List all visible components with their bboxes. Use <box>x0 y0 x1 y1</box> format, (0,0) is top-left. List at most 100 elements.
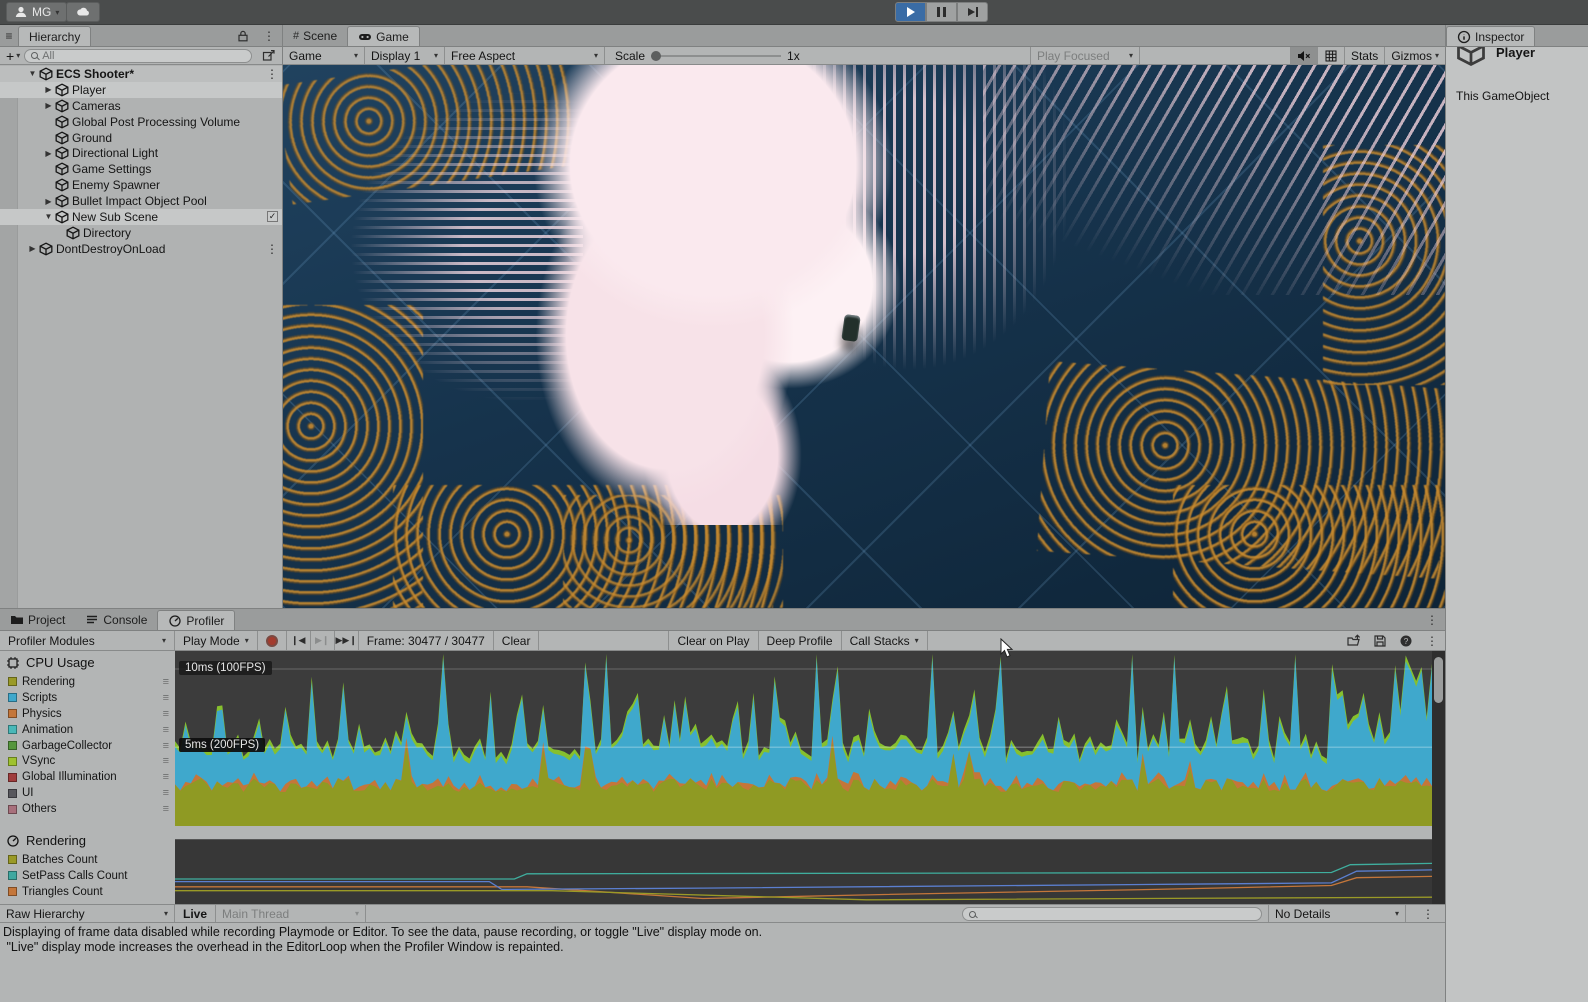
account-button[interactable]: MG ▾ <box>6 2 67 22</box>
footer-menu-icon[interactable]: ⋮ <box>1415 905 1441 922</box>
rendering-chart[interactable] <box>175 839 1432 904</box>
drag-handle-icon[interactable]: ≡ <box>163 803 169 815</box>
panel-menu-icon[interactable]: ⋮ <box>1419 609 1445 630</box>
tree-row-dontdestroy[interactable]: ▶ DontDestroyOnLoad ⋮ <box>0 241 282 257</box>
drag-handle-icon[interactable]: ≡ <box>163 787 169 799</box>
details-dropdown[interactable]: No Details ▾ <box>1268 905 1406 922</box>
tab-game[interactable]: Game <box>347 26 420 46</box>
cloud-services-button[interactable] <box>66 2 100 22</box>
open-new-window-icon[interactable] <box>256 47 282 64</box>
save-profile-icon[interactable] <box>1367 631 1393 650</box>
pause-button[interactable] <box>926 2 957 22</box>
clear-on-play-toggle[interactable]: Clear on Play <box>669 631 758 650</box>
profiler-search-input[interactable] <box>962 907 1262 921</box>
tree-row[interactable]: Global Post Processing Volume <box>0 114 282 130</box>
drag-handle-icon[interactable]: ≡ <box>163 676 169 688</box>
drag-handle-icon[interactable]: ≡ <box>163 740 169 752</box>
expander-icon[interactable]: ▶ <box>42 101 55 110</box>
first-frame-button[interactable]: ❙◀ <box>287 631 311 650</box>
chart-scrollbar[interactable] <box>1432 651 1445 904</box>
thread-dropdown[interactable]: Main Thread ▾ <box>216 905 366 922</box>
lock-icon[interactable] <box>230 25 256 46</box>
cpu-usage-chart[interactable]: 10ms (100FPS) 5ms (200FPS) <box>175 651 1432 826</box>
legend-row[interactable]: UI≡ <box>0 785 175 801</box>
drag-handle-icon[interactable]: ≡ <box>163 708 169 720</box>
live-toggle[interactable]: Live <box>175 905 216 922</box>
profiler-menu-icon[interactable]: ⋮ <box>1419 631 1445 650</box>
rendering-module-header[interactable]: Rendering <box>0 829 175 852</box>
tab-hierarchy[interactable]: Hierarchy <box>18 26 91 46</box>
next-frame-button[interactable]: ▶❙ <box>311 631 335 650</box>
legend-row[interactable]: Global Illumination≡ <box>0 769 175 785</box>
subscene-checkbox[interactable]: ✓ <box>267 211 278 222</box>
vsync-grid-button[interactable] <box>1317 47 1344 64</box>
play-button[interactable] <box>895 2 926 22</box>
expander-icon[interactable]: ▶ <box>42 85 55 94</box>
hierarchy-menu-icon[interactable]: ⋮ <box>256 25 282 46</box>
tree-row[interactable]: Game Settings <box>0 161 282 177</box>
legend-row[interactable]: Animation≡ <box>0 722 175 738</box>
drag-handle-icon[interactable]: ≡ <box>163 755 169 767</box>
tree-row[interactable]: Directory <box>0 225 282 241</box>
last-frame-button[interactable]: ▶▶❙ <box>335 631 359 650</box>
game-viewport[interactable] <box>283 65 1445 608</box>
raw-hierarchy-dropdown[interactable]: Raw Hierarchy ▾ <box>0 905 175 922</box>
scale-slider-knob[interactable] <box>651 51 661 61</box>
expander-icon[interactable]: ▼ <box>26 69 39 78</box>
tree-row[interactable]: Enemy Spawner <box>0 177 282 193</box>
display-dropdown[interactable]: Display 1▾ <box>365 47 445 64</box>
tree-row[interactable]: ▶ Bullet Impact Object Pool <box>0 193 282 209</box>
cpu-module-header[interactable]: CPU Usage <box>0 651 175 674</box>
create-object-button[interactable]: + <box>0 48 16 64</box>
scale-slider[interactable] <box>651 55 781 57</box>
tab-scene[interactable]: # Scene <box>283 26 347 46</box>
tree-row[interactable]: ▶ Cameras <box>0 98 282 114</box>
profiler-modules-dropdown[interactable]: Profiler Modules ▾ <box>0 631 175 650</box>
hierarchy-search-input[interactable]: All <box>24 49 252 63</box>
tree-row-subscene[interactable]: ▼ New Sub Scene ✓ <box>0 209 282 225</box>
load-profile-icon[interactable] <box>1341 631 1367 650</box>
legend-row[interactable]: Others≡ <box>0 801 175 817</box>
deep-profile-toggle[interactable]: Deep Profile <box>759 631 842 650</box>
legend-row[interactable]: Scripts≡ <box>0 690 175 706</box>
game-view-dropdown[interactable]: Game▾ <box>283 47 365 64</box>
scrollbar-thumb[interactable] <box>1434 657 1443 703</box>
legend-row[interactable]: Rendering≡ <box>0 674 175 690</box>
play-mode-dropdown[interactable]: Play Mode▾ <box>175 631 258 650</box>
call-stacks-dropdown[interactable]: Call Stacks▾ <box>842 631 928 650</box>
mute-audio-button[interactable] <box>1290 47 1317 64</box>
clear-button[interactable]: Clear <box>494 631 540 650</box>
tree-row[interactable]: ▶ Player <box>0 82 282 98</box>
aspect-dropdown[interactable]: Free Aspect▾ <box>445 47 605 64</box>
expander-icon[interactable]: ▶ <box>42 197 55 206</box>
legend-row[interactable]: Physics≡ <box>0 706 175 722</box>
scene-menu-icon[interactable]: ⋮ <box>266 67 278 81</box>
expander-icon[interactable]: ▶ <box>42 149 55 158</box>
gizmos-dropdown[interactable]: Gizmos▾ <box>1384 47 1445 64</box>
play-focused-dropdown[interactable]: Play Focused▾ <box>1030 47 1140 64</box>
create-chevron-icon[interactable]: ▾ <box>16 51 20 60</box>
drag-handle-icon[interactable]: ≡ <box>163 692 169 704</box>
step-button[interactable] <box>957 2 988 22</box>
stats-button[interactable]: Stats <box>1344 47 1384 64</box>
legend-row[interactable]: SetPass Calls Count <box>0 868 175 884</box>
tab-console[interactable]: Console <box>75 610 157 630</box>
legend-row[interactable]: GarbageCollector≡ <box>0 738 175 754</box>
record-button[interactable] <box>258 631 287 650</box>
tree-row-scene[interactable]: ▼ ECS Shooter* ⋮ <box>0 66 282 82</box>
legend-row[interactable]: Batches Count <box>0 852 175 868</box>
help-icon[interactable] <box>1393 631 1419 650</box>
legend-row[interactable]: VSync≡ <box>0 753 175 769</box>
tab-profiler[interactable]: Profiler <box>157 610 235 630</box>
drag-handle-icon[interactable]: ≡ <box>163 771 169 783</box>
scene-menu-icon[interactable]: ⋮ <box>266 242 278 256</box>
legend-row[interactable]: Triangles Count <box>0 884 175 900</box>
tab-inspector[interactable]: Inspector <box>1446 26 1535 46</box>
drag-handle-icon[interactable]: ≡ <box>163 724 169 736</box>
tree-row[interactable]: Ground <box>0 130 282 146</box>
expander-icon[interactable]: ▶ <box>26 244 39 253</box>
tab-project[interactable]: Project <box>0 610 75 630</box>
hamburger-icon[interactable]: ≡ <box>0 25 18 46</box>
expander-icon[interactable]: ▼ <box>42 212 55 221</box>
tree-row[interactable]: ▶ Directional Light <box>0 145 282 161</box>
